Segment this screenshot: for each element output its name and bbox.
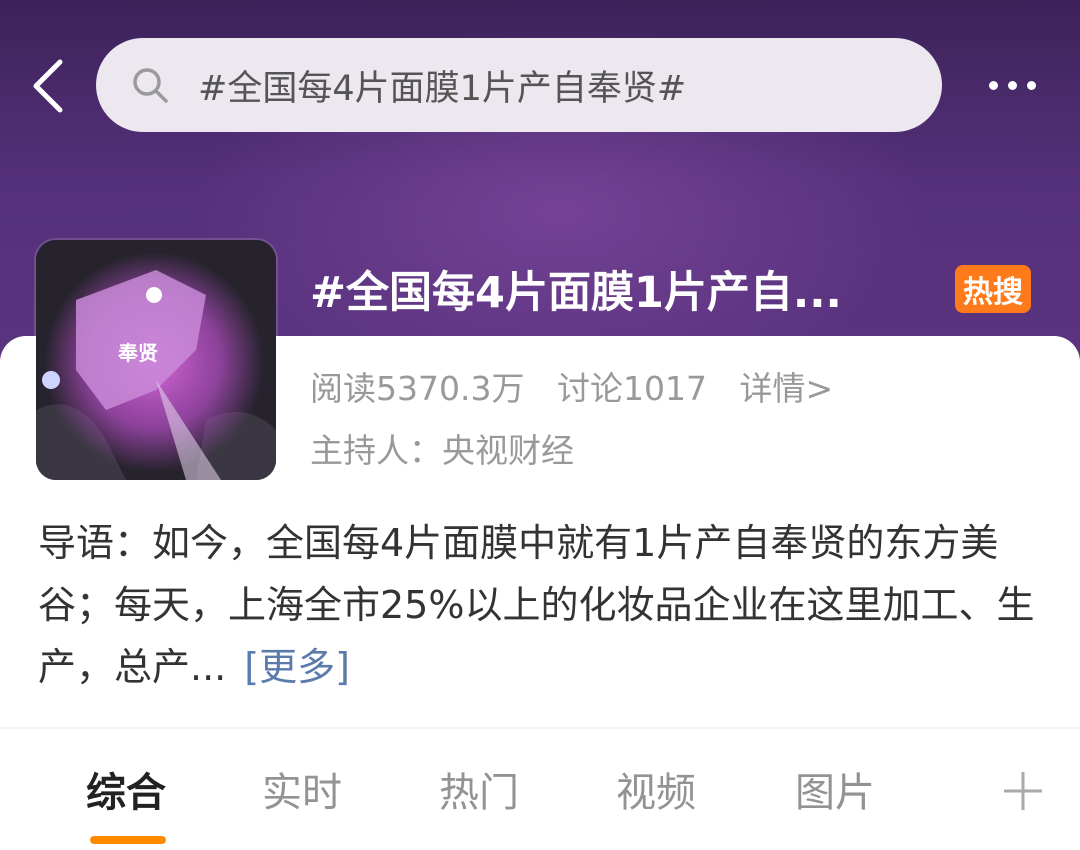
- map-image: 奉贤: [36, 240, 276, 480]
- more-icon-dot: [988, 80, 998, 90]
- tab-video[interactable]: 视频: [616, 760, 696, 818]
- more-icon-dot: [1007, 80, 1017, 90]
- topic-host: 主持人：央视财经: [310, 431, 574, 470]
- search-query: #全国每4片面膜1片产自奉贤#: [198, 68, 687, 109]
- details-link[interactable]: 详情>: [739, 369, 833, 408]
- discussion-count: 讨论1017: [556, 369, 707, 408]
- more-icon-dot: [1026, 80, 1036, 90]
- tab-comprehensive[interactable]: 综合: [86, 760, 166, 818]
- map-label: 奉贤: [117, 341, 158, 365]
- back-button[interactable]: [18, 48, 78, 124]
- hot-search-badge: 热搜: [955, 265, 1031, 313]
- tab-realtime[interactable]: 实时: [262, 760, 342, 818]
- read-count: 阅读5370.3万: [310, 369, 525, 408]
- active-tab-indicator: [90, 836, 166, 844]
- add-tab-icon: [1004, 772, 1042, 810]
- tab-hot[interactable]: 热门: [439, 760, 519, 818]
- topic-stats: 阅读5370.3万 讨论1017 详情>: [310, 362, 855, 410]
- search-bar[interactable]: #全国每4片面膜1片产自奉贤#: [96, 38, 942, 132]
- tab-bar: 综合 实时 热门 视频 图片: [0, 760, 1080, 830]
- topic-thumbnail[interactable]: 奉贤: [36, 240, 276, 480]
- tab-images[interactable]: 图片: [795, 760, 875, 818]
- topic-intro: 导语：如今，全国每4片面膜中就有1片产自奉贤的东方美谷；每天，上海全市25%以上…: [38, 512, 1048, 698]
- divider: [0, 727, 1080, 729]
- intro-text: 导语：如今，全国每4片面膜中就有1片产自奉贤的东方美谷；每天，上海全市25%以上…: [38, 521, 1035, 689]
- topic-title: #全国每4片面膜1片产自...: [310, 268, 842, 318]
- more-link[interactable]: [更多]: [244, 645, 350, 689]
- add-tab-button[interactable]: [1000, 768, 1046, 814]
- more-options-button[interactable]: [972, 62, 1052, 108]
- back-icon: [33, 59, 63, 113]
- search-icon: [133, 68, 168, 103]
